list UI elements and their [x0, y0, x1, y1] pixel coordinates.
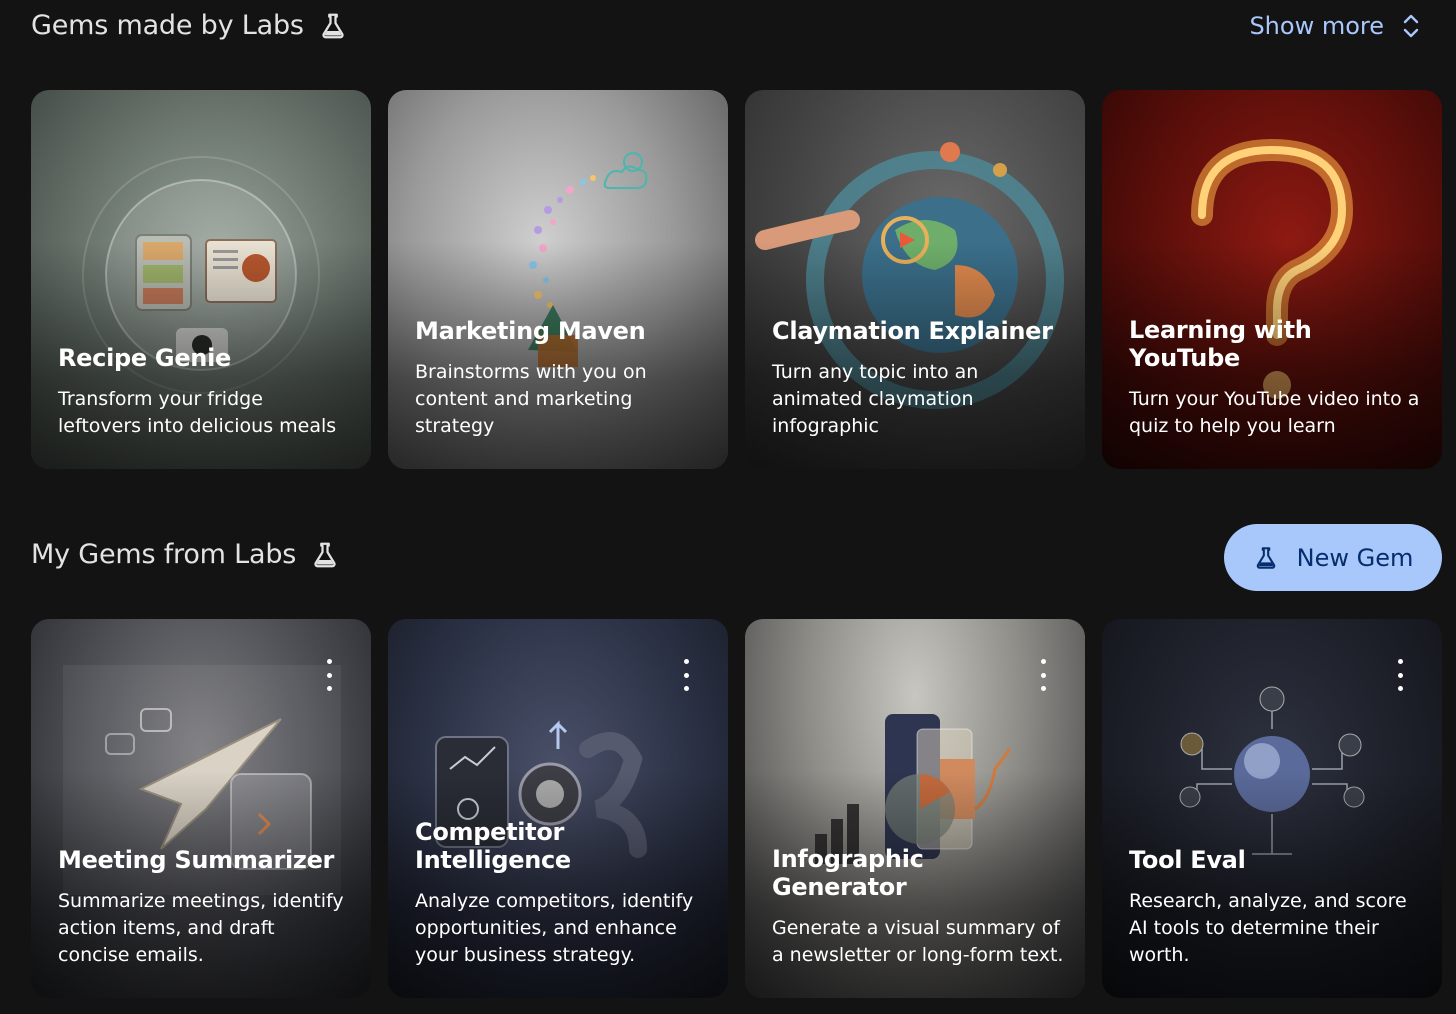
gem-card-title: Tool Eval [1129, 846, 1246, 874]
my-section-title: My Gems from Labs [31, 539, 340, 570]
gem-card-infographic-generator[interactable]: Infographic Generator Generate a visual … [745, 619, 1085, 998]
gem-card-description: Brainstorms with you on content and mark… [415, 361, 647, 437]
gem-card-marketing-maven[interactable]: Marketing Maven Brainstorms with you on … [388, 90, 728, 469]
gem-card-title: Meeting Summarizer [58, 846, 335, 874]
unfold-more-icon [1403, 14, 1419, 38]
my-section-title-text: My Gems from Labs [31, 539, 297, 570]
gem-card-description: Analyze competitors, identify opportunit… [415, 890, 694, 966]
gem-card-description: Turn any topic into an animated claymati… [772, 361, 979, 437]
gem-card-tool-eval[interactable]: Tool Eval Research, analyze, and score A… [1102, 619, 1442, 998]
gem-card-title: Learning with YouTube [1129, 316, 1312, 372]
gem-card-claymation-explainer[interactable]: Claymation Explainer Turn any topic into… [745, 90, 1085, 469]
gem-card-learning-with-youtube[interactable]: Learning with YouTube Turn your YouTube … [1102, 90, 1442, 469]
gem-card-description: Transform your fridge leftovers into del… [58, 388, 337, 437]
gem-card-description: Summarize meetings, identify action item… [58, 890, 344, 966]
gem-card-title: Infographic Generator [772, 845, 924, 901]
gem-card-meeting-summarizer[interactable]: Meeting Summarizer Summarize meetings, i… [31, 619, 371, 998]
more-vert-icon[interactable] [1035, 659, 1051, 691]
more-vert-icon[interactable] [1392, 659, 1408, 691]
gem-card-title: Recipe Genie [58, 344, 231, 372]
gem-card-description: Generate a visual summary of a newslette… [772, 917, 1064, 966]
more-vert-icon[interactable] [321, 659, 337, 691]
labs-section-title: Gems made by Labs [31, 10, 348, 41]
new-gem-button[interactable]: New Gem [1224, 524, 1442, 591]
gem-card-title: Marketing Maven [415, 317, 646, 345]
gem-card-title: Competitor Intelligence [415, 818, 571, 874]
gem-card-description: Turn your YouTube video into a quiz to h… [1129, 388, 1420, 437]
flask-icon [1256, 546, 1275, 569]
new-gem-label: New Gem [1296, 543, 1414, 572]
gem-card-recipe-genie[interactable]: Recipe Genie Transform your fridge lefto… [31, 90, 371, 469]
gem-card-competitor-intelligence[interactable]: Competitor Intelligence Analyze competit… [388, 619, 728, 998]
labs-section-title-text: Gems made by Labs [31, 10, 304, 41]
flask-icon [322, 13, 344, 38]
more-vert-icon[interactable] [678, 659, 694, 691]
gem-card-title: Claymation Explainer [772, 317, 1053, 345]
gem-card-description: Research, analyze, and score AI tools to… [1129, 890, 1407, 966]
show-more-label: Show more [1249, 12, 1384, 40]
show-more-button[interactable]: Show more [1249, 12, 1420, 40]
flask-icon [314, 542, 336, 567]
